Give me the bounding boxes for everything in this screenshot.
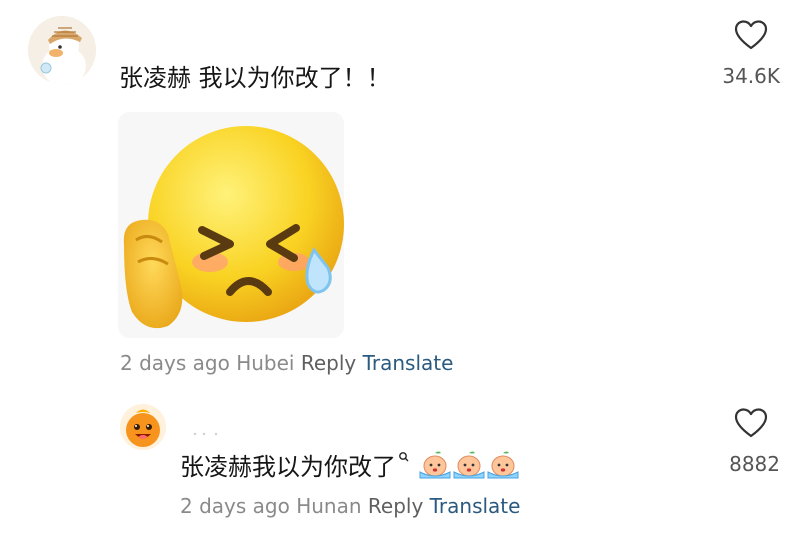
comment-time: 2 days ago (120, 351, 230, 375)
decorative-dots (192, 422, 222, 436)
duck-with-hat-avatar-icon (28, 16, 96, 84)
comment-sticker[interactable] (118, 112, 344, 338)
like-button[interactable] (734, 408, 768, 438)
comment-text: 张凌赫 我以为你改了！！ (119, 64, 391, 92)
comment-text: 张凌赫我以为你改了 (180, 453, 396, 481)
search-icon (398, 451, 410, 467)
like-button[interactable] (734, 20, 768, 50)
avatar[interactable] (28, 16, 96, 84)
comment-time: 2 days ago (180, 494, 290, 518)
heart-icon (734, 408, 768, 438)
comment-meta: 2 days ago Hubei Reply Translate (120, 351, 453, 375)
like-count: 8882 (729, 452, 780, 476)
heart-icon (734, 20, 768, 50)
comment-row: 张凌赫我以为你改了 (180, 447, 520, 482)
comment-meta: 2 days ago Hunan Reply Translate (180, 494, 520, 518)
crying-laughing-emoji-sticker-icon (118, 112, 344, 338)
translate-button[interactable]: Translate (363, 351, 454, 375)
comment-location: Hubei (236, 351, 295, 375)
comment-location: Hunan (296, 494, 362, 518)
reply-button[interactable]: Reply (368, 494, 423, 518)
crying-peach-emoji-icon (453, 451, 485, 478)
orange-cartoon-avatar-icon (120, 404, 166, 450)
like-count: 34.6K (722, 64, 780, 88)
reply-button[interactable]: Reply (301, 351, 356, 375)
crying-peach-emoji-icon (487, 451, 519, 478)
avatar[interactable] (120, 404, 166, 450)
translate-button[interactable]: Translate (430, 494, 521, 518)
dots-icon (193, 432, 218, 436)
inline-emoji-group (418, 450, 520, 480)
crying-peach-emoji-icon (419, 451, 451, 478)
